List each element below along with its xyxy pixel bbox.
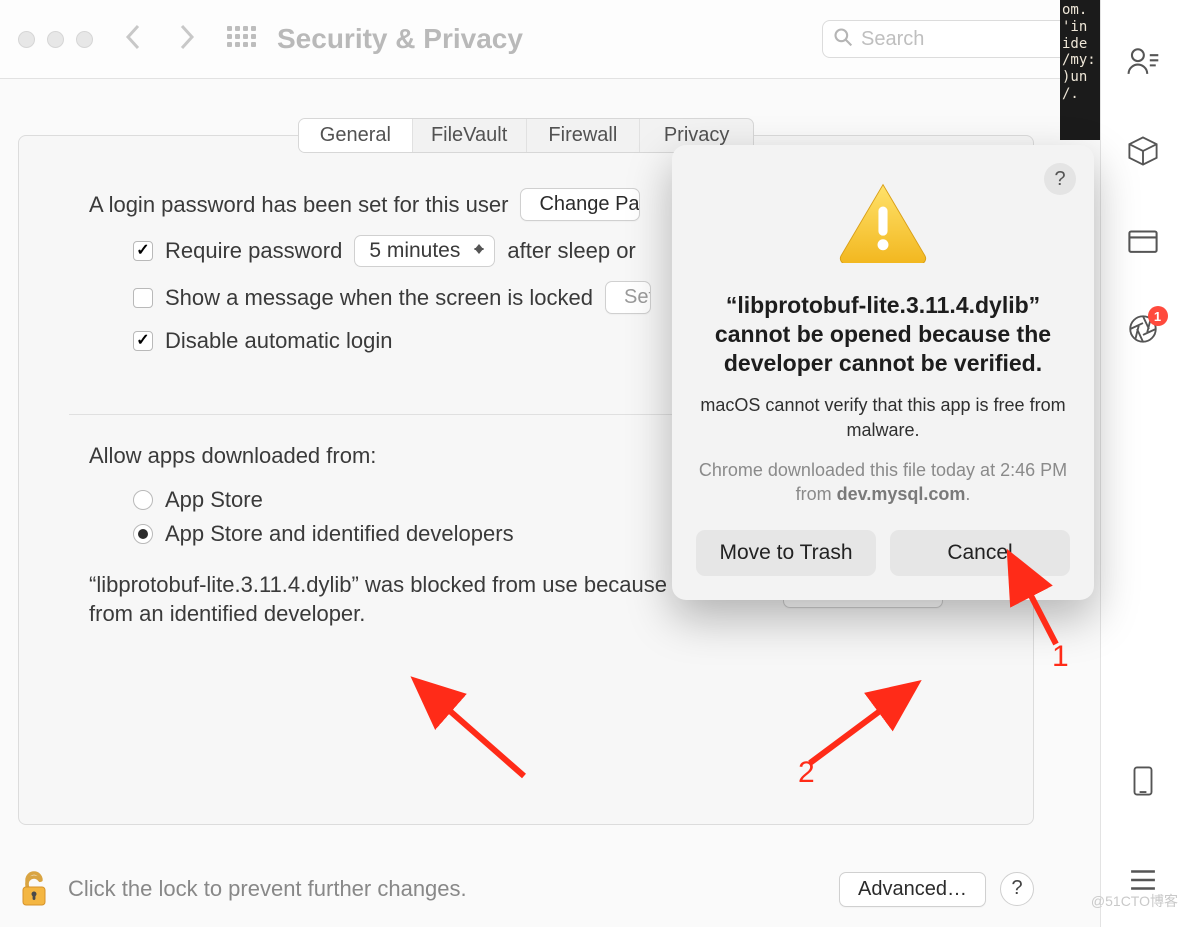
alert-title: “libprotobuf-lite.3.11.4.dylib” cannot b… [706, 291, 1060, 377]
require-password-after-label: after sleep or screen saver begins [507, 238, 637, 264]
lock-icon[interactable] [18, 869, 50, 909]
radio-identified-developers[interactable] [133, 524, 153, 544]
change-password-button[interactable]: Change Password... [520, 188, 640, 221]
prefs-footer: Click the lock to prevent further change… [18, 861, 1034, 917]
notification-badge: 1 [1148, 306, 1168, 326]
alert-help-button[interactable]: ? [1044, 163, 1076, 195]
blocked-app-message: “libprotobuf-lite.3.11.4.dylib” was bloc… [89, 571, 759, 628]
traffic-lights[interactable] [18, 31, 93, 48]
move-to-trash-button[interactable]: Move to Trash [696, 530, 876, 576]
search-icon [833, 27, 853, 52]
annotation-arrow-1 [1018, 574, 1078, 659]
warning-icon [837, 181, 929, 263]
tab-firewall[interactable]: Firewall [527, 119, 640, 152]
advanced-button[interactable]: Advanced… [839, 872, 986, 907]
forward-icon[interactable] [175, 22, 197, 57]
alert-source: Chrome downloaded this file today at 2:4… [696, 458, 1070, 507]
search-input[interactable] [861, 28, 1071, 51]
back-icon[interactable] [123, 22, 145, 57]
set-lock-message-button[interactable]: Set Lock Message... [605, 281, 651, 314]
show-message-checkbox[interactable] [133, 288, 153, 308]
lock-description: Click the lock to prevent further change… [68, 876, 467, 902]
minimize-window-icon[interactable] [47, 31, 64, 48]
gatekeeper-alert: ? “libprotobuf-lite.3.11.4.dylib” cannot… [672, 145, 1094, 600]
watermark: @51CTO博客 [1091, 891, 1178, 911]
tab-general[interactable]: General [299, 119, 412, 152]
annotation-arrow-2a [800, 693, 910, 778]
tablet-icon[interactable] [1126, 764, 1160, 798]
aperture-icon[interactable]: 1 [1126, 312, 1160, 346]
package-icon[interactable] [1126, 134, 1160, 168]
alert-body: macOS cannot verify that this app is fre… [696, 393, 1070, 442]
terminal-background-sliver: om.'inide/my:)un/. [1060, 0, 1100, 140]
contacts-icon[interactable] [1126, 45, 1160, 79]
require-password-label: Require password [165, 238, 342, 264]
zoom-window-icon[interactable] [76, 31, 93, 48]
window-title: Security & Privacy [277, 23, 523, 55]
window-toolbar: Security & Privacy [0, 0, 1100, 79]
tab-filevault[interactable]: FileVault [413, 119, 526, 152]
login-password-label: A login password has been set for this u… [89, 192, 508, 218]
disable-auto-login-label: Disable automatic login [165, 328, 392, 354]
require-password-checkbox[interactable] [133, 241, 153, 261]
radio-identified-developers-label: App Store and identified developers [165, 521, 514, 547]
folder-icon[interactable] [1126, 223, 1160, 257]
annotation-arrow-2b [428, 694, 538, 789]
disable-auto-login-checkbox[interactable] [133, 331, 153, 351]
app-right-sidebar: 1 [1100, 0, 1184, 927]
cancel-button[interactable]: Cancel [890, 530, 1070, 576]
show-all-prefs-icon[interactable] [227, 26, 253, 52]
show-message-label: Show a message when the screen is locked [165, 285, 593, 311]
require-password-delay-select[interactable]: 5 minutes [354, 235, 495, 267]
search-field[interactable] [822, 20, 1082, 58]
radio-app-store[interactable] [133, 490, 153, 510]
close-window-icon[interactable] [18, 31, 35, 48]
radio-app-store-label: App Store [165, 487, 263, 513]
help-button[interactable]: ? [1000, 872, 1034, 906]
